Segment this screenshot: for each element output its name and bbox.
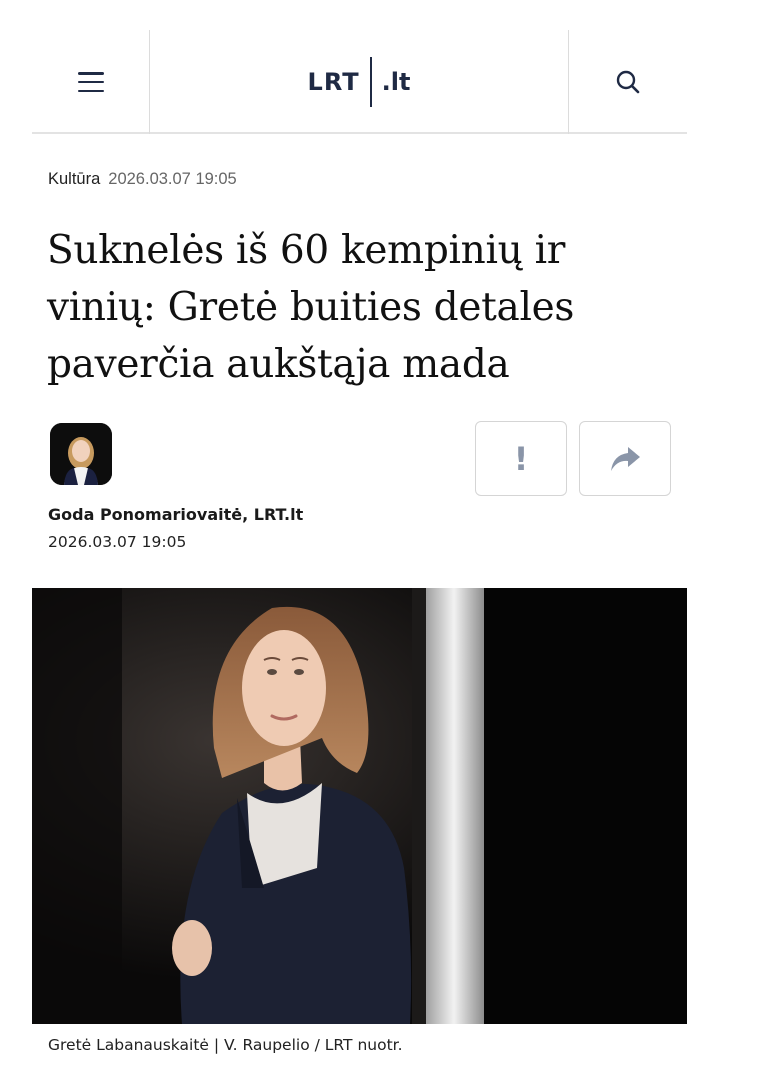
author-avatar[interactable]: [50, 423, 112, 485]
menu-icon: [77, 72, 104, 92]
logo-divider: [369, 57, 372, 107]
article-published-date: 2026.03.07 19:05: [48, 533, 187, 551]
article-category[interactable]: Kultūra: [48, 170, 100, 188]
article-title: Suknelės iš 60 kempinių ir vinių: Gretė …: [47, 228, 575, 387]
menu-button[interactable]: [32, 30, 150, 134]
search-button[interactable]: [568, 30, 687, 134]
site-header: LRT .lt: [32, 30, 687, 134]
logo-tld-text: .lt: [381, 68, 411, 96]
article-datetime: 2026.03.07 19:05: [108, 170, 237, 188]
search-icon: [616, 70, 640, 94]
logo-main-text: LRT: [307, 68, 360, 96]
site-logo[interactable]: LRT .lt: [150, 30, 568, 134]
article-meta: Kultūra 2026.03.07 19:05: [48, 170, 237, 189]
report-button[interactable]: !: [475, 421, 567, 496]
author-portrait-image: [50, 423, 112, 485]
article-author[interactable]: Goda Ponomariovaitė, LRT.lt: [48, 505, 303, 524]
photo-caption: Gretė Labanauskaitė | V. Raupelio / LRT …: [48, 1036, 403, 1054]
report-icon: !: [513, 439, 529, 478]
share-arrow-icon: [611, 446, 640, 471]
logo-wordmark: LRT .lt: [307, 57, 411, 107]
portrait-photo-image: [32, 588, 687, 1024]
article-photo[interactable]: [32, 588, 687, 1024]
share-button[interactable]: [579, 421, 671, 496]
